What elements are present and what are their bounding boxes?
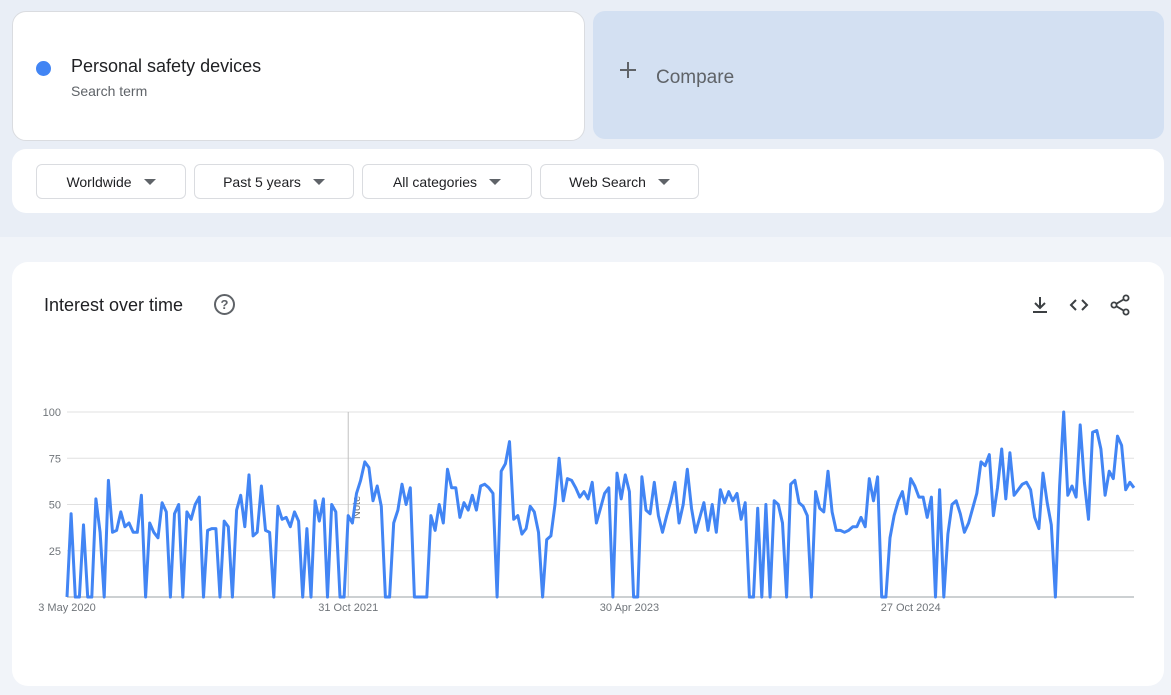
dropdown-caret-icon (143, 178, 156, 185)
x-tick-label: 3 May 2020 (38, 602, 95, 614)
filter-bar: Worldwide Past 5 years All categories We… (12, 149, 1164, 213)
location-filter[interactable]: Worldwide (36, 164, 186, 199)
search-term-type: Search term (71, 83, 148, 99)
y-tick-label: 100 (43, 407, 61, 419)
search-term-name[interactable]: Personal safety devices (71, 56, 261, 77)
dropdown-caret-icon (312, 178, 325, 185)
x-tick-label: 27 Oct 2024 (881, 602, 941, 614)
y-tick-label: 25 (49, 546, 61, 558)
search-type-filter-label: Web Search (569, 173, 646, 190)
dropdown-caret-icon (657, 178, 670, 185)
x-tick-label: 31 Oct 2021 (318, 602, 378, 614)
time-range-filter[interactable]: Past 5 years (194, 164, 354, 199)
series-color-dot (36, 61, 51, 76)
location-filter-label: Worldwide (66, 173, 132, 190)
y-tick-label: 50 (49, 500, 61, 512)
plus-icon (620, 62, 636, 78)
dropdown-caret-icon (489, 178, 502, 185)
search-term-card[interactable]: Personal safety devices Search term (12, 11, 585, 141)
y-tick-label: 75 (49, 453, 61, 465)
time-range-filter-label: Past 5 years (223, 173, 301, 190)
interest-over-time-card: Interest over time ? 25 50 75 100 Note 3 May … (12, 262, 1164, 686)
x-tick-label: 30 Apr 2023 (600, 602, 659, 614)
category-filter[interactable]: All categories (362, 164, 532, 199)
compare-label: Compare (656, 67, 735, 88)
compare-button[interactable]: Compare (593, 11, 1164, 139)
interest-line-chart: 255075100Note3 May 2020 31 Oct 2021 30 Apr… (38, 407, 1136, 614)
search-type-filter[interactable]: Web Search (540, 164, 699, 199)
category-filter-label: All categories (392, 173, 478, 190)
